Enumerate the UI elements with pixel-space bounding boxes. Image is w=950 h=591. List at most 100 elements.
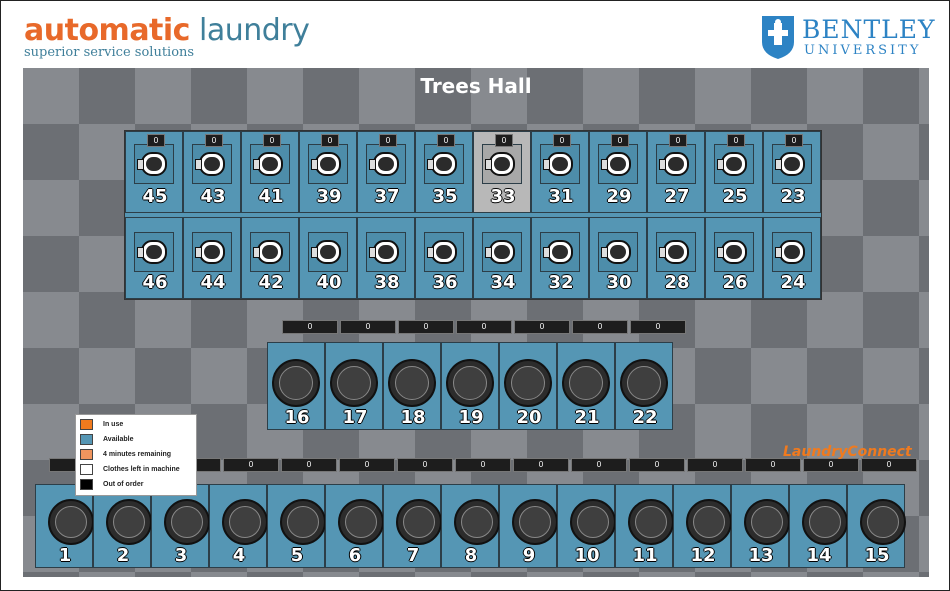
- machine-number: 4: [232, 545, 246, 566]
- door-handle-icon: [601, 159, 608, 170]
- machine-number: 36: [432, 272, 458, 293]
- machine-number: 42: [258, 272, 284, 293]
- washer-16[interactable]: 16: [267, 342, 325, 430]
- dryer-29[interactable]: 0 29: [589, 131, 647, 213]
- washer-drum-icon: [388, 359, 436, 407]
- machine-number: 6: [348, 545, 362, 566]
- washer-14[interactable]: 14: [789, 484, 848, 568]
- washer-7[interactable]: 7: [383, 484, 442, 568]
- legend-label: Available: [103, 436, 134, 443]
- dryer-30[interactable]: 30: [589, 217, 647, 299]
- washer-19[interactable]: 19: [441, 342, 499, 430]
- washer-5[interactable]: 5: [267, 484, 326, 568]
- status-indicator: 0: [803, 458, 859, 472]
- washer-6[interactable]: 6: [325, 484, 384, 568]
- machine-number: 39: [316, 186, 342, 207]
- dryer-42[interactable]: 42: [241, 217, 299, 299]
- washer-13[interactable]: 13: [731, 484, 790, 568]
- status-indicator: 0: [514, 320, 570, 334]
- machine-number: 11: [632, 545, 658, 566]
- dryer-27[interactable]: 0 27: [647, 131, 705, 213]
- dryer-34[interactable]: 34: [473, 217, 531, 299]
- dryer-44[interactable]: 44: [183, 217, 241, 299]
- washer-3[interactable]: 3: [151, 484, 210, 568]
- washer-22[interactable]: 22: [615, 342, 673, 430]
- legend-row: Available: [76, 432, 196, 447]
- status-indicator: 0: [571, 458, 627, 472]
- dryer-35[interactable]: 0 35: [415, 131, 473, 213]
- dryer-41[interactable]: 0 41: [241, 131, 299, 213]
- machine-number: 13: [748, 545, 774, 566]
- washer-20[interactable]: 20: [499, 342, 557, 430]
- status-indicator: 0: [629, 458, 685, 472]
- washer-8[interactable]: 8: [441, 484, 500, 568]
- door-handle-icon: [717, 247, 724, 258]
- machine-number: 18: [400, 407, 426, 428]
- door-window-icon: [663, 152, 689, 176]
- washer-drum-icon: [330, 359, 378, 407]
- door-window-icon: [779, 152, 805, 176]
- door-window-icon: [605, 240, 631, 264]
- dryer-36[interactable]: 36: [415, 217, 473, 299]
- dryer-door: [656, 144, 696, 184]
- washer-9[interactable]: 9: [499, 484, 558, 568]
- door-handle-icon: [543, 159, 550, 170]
- logo-word-automatic: automatic: [24, 13, 190, 48]
- door-handle-icon: [543, 247, 550, 258]
- dryer-door: [540, 232, 580, 272]
- machine-number: 7: [406, 545, 420, 566]
- dryer-38[interactable]: 38: [357, 217, 415, 299]
- door-window-icon: [141, 152, 167, 176]
- status-indicator: 0: [398, 320, 454, 334]
- washer-drum-icon: [512, 499, 558, 545]
- door-handle-icon: [427, 247, 434, 258]
- dryer-33[interactable]: 0 33: [473, 131, 531, 213]
- washer-drum-icon: [106, 499, 152, 545]
- machine-number: 35: [432, 186, 458, 207]
- dryer-door: [250, 232, 290, 272]
- dryer-37[interactable]: 0 37: [357, 131, 415, 213]
- legend-label: 4 minutes remaining: [103, 451, 172, 458]
- machine-number: 31: [548, 186, 574, 207]
- dryer-23[interactable]: 0 23: [763, 131, 821, 213]
- dryer-28[interactable]: 28: [647, 217, 705, 299]
- machine-number: 28: [664, 272, 690, 293]
- machine-number: 16: [284, 407, 310, 428]
- dryer-26[interactable]: 26: [705, 217, 763, 299]
- washer-1[interactable]: 1: [35, 484, 94, 568]
- dryer-door: [134, 232, 174, 272]
- washer-2[interactable]: 2: [93, 484, 152, 568]
- dryer-25[interactable]: 0 25: [705, 131, 763, 213]
- dryer-40[interactable]: 40: [299, 217, 357, 299]
- door-handle-icon: [253, 247, 260, 258]
- machine-number: 22: [632, 407, 658, 428]
- dryer-45[interactable]: 0 45: [125, 131, 183, 213]
- washer-21[interactable]: 21: [557, 342, 615, 430]
- dryer-31[interactable]: 0 31: [531, 131, 589, 213]
- dryer-39[interactable]: 0 39: [299, 131, 357, 213]
- washer-11[interactable]: 11: [615, 484, 674, 568]
- status-indicator: 0: [513, 458, 569, 472]
- dryer-32[interactable]: 32: [531, 217, 589, 299]
- dryer-24[interactable]: 24: [763, 217, 821, 299]
- washer-15[interactable]: 15: [847, 484, 906, 568]
- logo-word-laundry: laundry: [189, 13, 310, 48]
- door-handle-icon: [659, 159, 666, 170]
- status-indicator: 0: [669, 134, 687, 147]
- dryer-43[interactable]: 0 43: [183, 131, 241, 213]
- dryer-door: [424, 144, 464, 184]
- door-window-icon: [373, 240, 399, 264]
- washer-10[interactable]: 10: [557, 484, 616, 568]
- washer-12[interactable]: 12: [673, 484, 732, 568]
- legend-label: Clothes left in machine: [103, 466, 180, 473]
- status-indicator: 0: [223, 458, 279, 472]
- washer-17[interactable]: 17: [325, 342, 383, 430]
- door-window-icon: [489, 240, 515, 264]
- washer-4[interactable]: 4: [209, 484, 268, 568]
- dryer-46[interactable]: 46: [125, 217, 183, 299]
- machine-number: 8: [464, 545, 478, 566]
- machine-number: 3: [174, 545, 188, 566]
- washer-drum-icon: [562, 359, 610, 407]
- bentley-logo: BENTLEY UNIVERSITY: [760, 14, 936, 60]
- washer-18[interactable]: 18: [383, 342, 441, 430]
